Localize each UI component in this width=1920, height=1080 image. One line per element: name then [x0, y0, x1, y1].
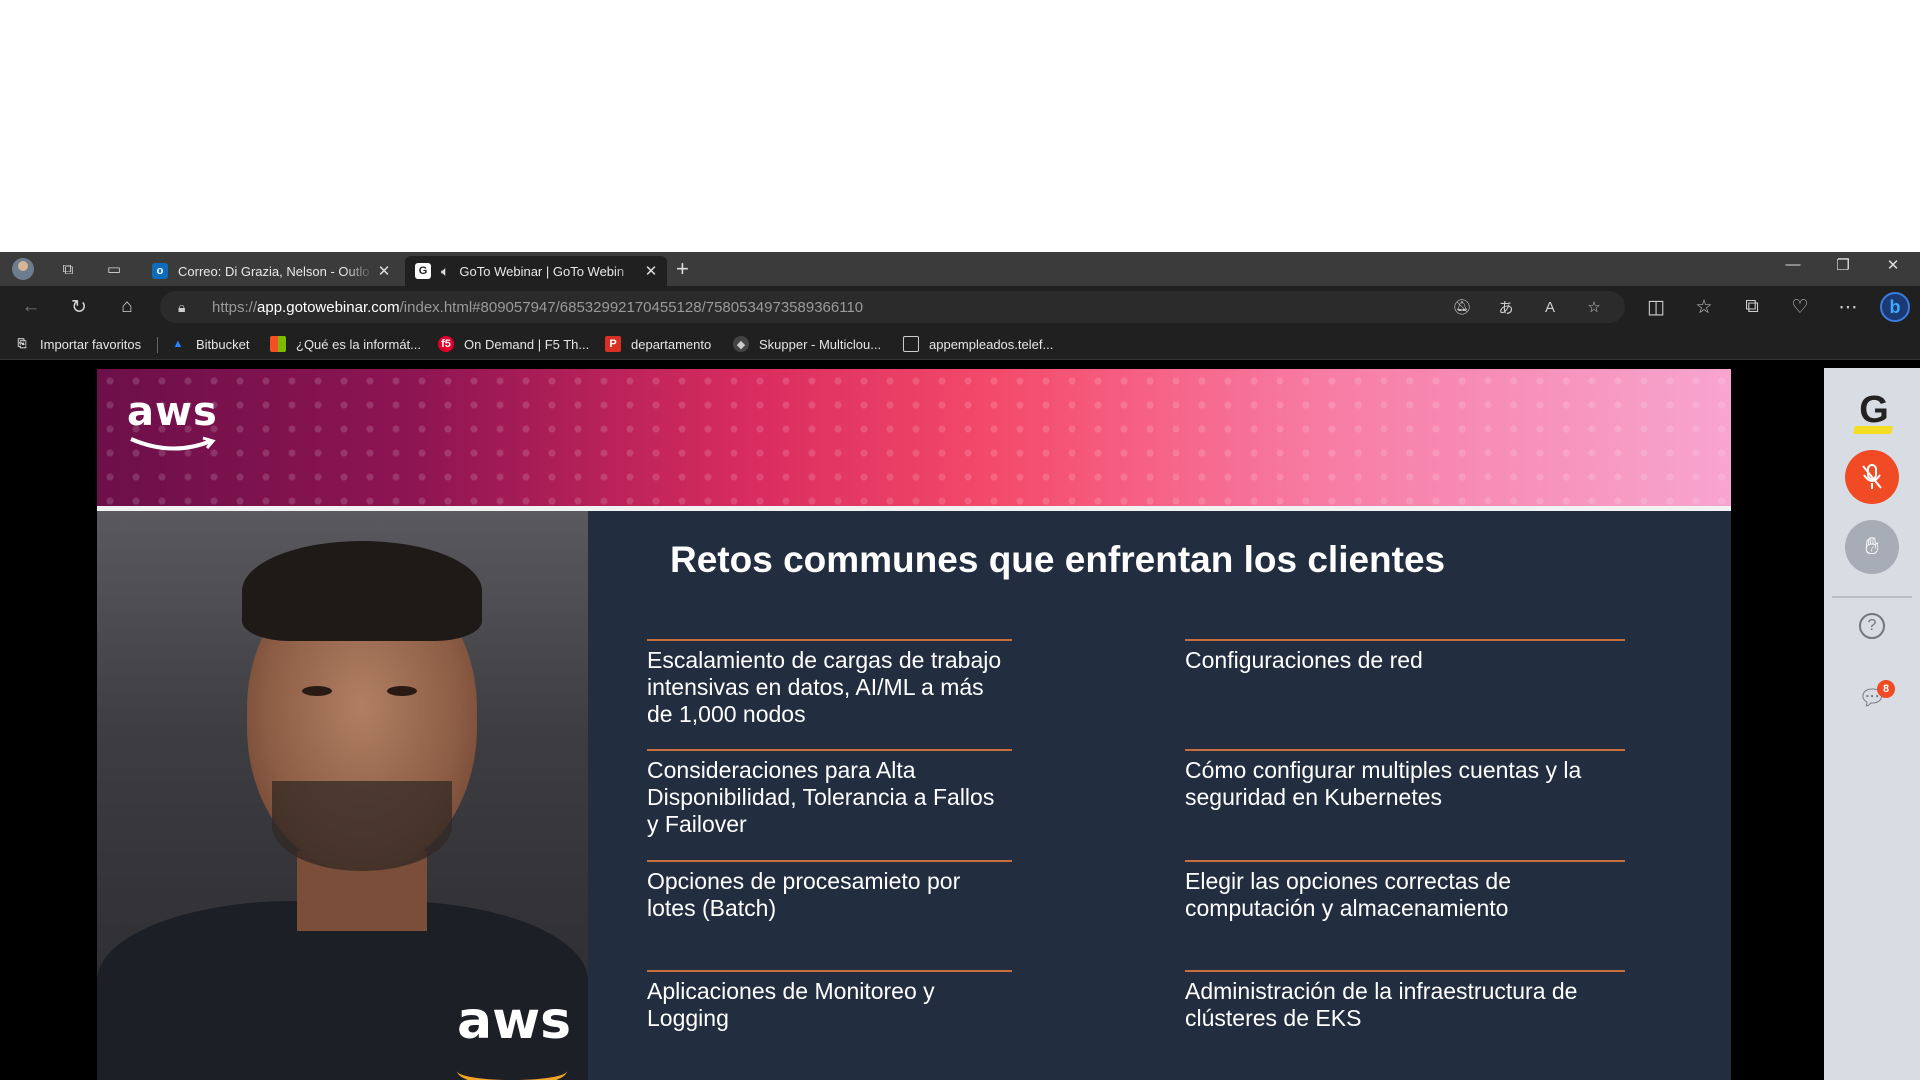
f5-icon: f5	[438, 336, 454, 352]
challenge-item: Consideraciones para Alta Disponibilidad…	[647, 749, 1012, 838]
navigation-toolbar: ← ↻ ⌂ 🔒︎ https://app.gotowebinar.com/ind…	[0, 286, 1920, 328]
shirt-aws-smile	[457, 1056, 567, 1080]
bookmarks-bar: ⎘ Importar favoritos ▲ Bitbucket ¿Qué es…	[0, 328, 1920, 360]
presenter-eye	[387, 686, 417, 696]
bookmark-que-es-la-informatica[interactable]: ¿Qué es la informát...	[270, 334, 421, 354]
bookmarks-divider	[157, 337, 158, 353]
challenge-item: Aplicaciones de Monitoreo y Logging	[647, 970, 1012, 1032]
challenge-item: Escalamiento de cargas de trabajo intens…	[647, 639, 1012, 728]
blank-area	[0, 0, 1920, 252]
import-icon: ⎘	[17, 337, 27, 350]
help-question-icon[interactable]: ?	[1859, 613, 1885, 639]
workspaces-icon[interactable]: ⧉	[57, 258, 79, 280]
slide-title: Retos communes que enfrentan los cliente…	[670, 539, 1446, 580]
favorites-icon[interactable]: ☆	[1691, 294, 1717, 320]
close-icon[interactable]: ✕	[641, 262, 661, 280]
chat-badge: 8	[1877, 680, 1895, 698]
new-tab-icon[interactable]: +	[676, 256, 689, 282]
presenter-beard	[272, 781, 452, 871]
aws-logo: aws	[127, 389, 227, 459]
presentation-slide: aws aws Retos communes que enfrentan los…	[97, 369, 1731, 1080]
vertical-tabs-icon[interactable]: ▭	[103, 258, 125, 280]
bookmark-bitbucket[interactable]: ▲ Bitbucket	[170, 334, 250, 354]
profile-avatar-icon[interactable]	[12, 258, 34, 280]
raise-hand-icon[interactable]: ✋︎	[1845, 520, 1899, 574]
outlook-icon: o	[152, 263, 168, 279]
lock-icon[interactable]: 🔒︎	[178, 299, 198, 316]
tab-bar: ⧉ ▭ o Correo: Di Grazia, Nelson - Outlo …	[0, 252, 1920, 286]
minimize-icon[interactable]: —	[1770, 256, 1816, 273]
shirt-aws-logo: aws	[457, 991, 572, 1051]
microphone-muted-icon[interactable]	[1845, 450, 1899, 504]
panel-divider	[1832, 596, 1912, 598]
bookmark-appempleados[interactable]: appempleados.telef...	[903, 334, 1053, 354]
presenter-video: aws	[97, 511, 588, 1080]
bitbucket-icon: ▲	[172, 338, 184, 350]
url-text[interactable]: https://app.gotowebinar.com/index.html#8…	[212, 299, 863, 316]
pdf-icon: P	[605, 336, 621, 352]
aws-smile-icon	[130, 436, 216, 451]
collections-icon[interactable]: ⧉	[1739, 294, 1765, 320]
close-icon[interactable]: ✕	[374, 262, 394, 280]
slide-banner: aws	[97, 369, 1731, 508]
restore-icon[interactable]: ❐	[1820, 256, 1866, 274]
skupper-icon: ◆	[733, 336, 749, 352]
bookmark-import-favorites[interactable]: ⎘ Importar favoritos	[14, 334, 142, 354]
tab-gotowebinar[interactable]: G 🔈︎ GoTo Webinar | GoTo Webin ✕	[405, 256, 667, 286]
close-window-icon[interactable]: ✕	[1870, 256, 1916, 274]
browser-essentials-icon[interactable]: ♡	[1787, 294, 1813, 320]
home-icon[interactable]: ⌂	[114, 294, 140, 320]
challenge-item: Configuraciones de red	[1185, 639, 1625, 674]
speaker-icon[interactable]: 🔈︎	[441, 263, 449, 280]
presenter-hair	[242, 541, 482, 641]
mic-icon	[1862, 464, 1882, 489]
tab-title: GoTo Webinar | GoTo Webin	[459, 263, 625, 279]
read-aloud-icon[interactable]: A	[1538, 295, 1562, 319]
bing-copilot-icon[interactable]: b	[1880, 292, 1910, 322]
page-icon	[903, 336, 919, 352]
more-menu-icon[interactable]: ⋯	[1835, 294, 1861, 320]
presenter-eye	[302, 686, 332, 696]
banner-pattern	[97, 369, 1731, 508]
challenge-item: Elegir las opciones correctas de computa…	[1185, 860, 1625, 922]
goto-icon: G	[415, 263, 431, 279]
address-bar[interactable]: 🔒︎ https://app.gotowebinar.com/index.htm…	[160, 291, 1625, 323]
challenge-item: Opciones de procesamieto por lotes (Batc…	[647, 860, 1012, 922]
challenge-item: Cómo configurar multiples cuentas y la s…	[1185, 749, 1625, 811]
back-icon[interactable]: ←	[18, 294, 44, 320]
tab-outlook[interactable]: o Correo: Di Grazia, Nelson - Outlo ✕	[142, 256, 400, 286]
split-screen-icon[interactable]: ◫	[1643, 294, 1669, 320]
goto-control-panel: G ✋︎ ? 💬︎ 8	[1824, 368, 1920, 1080]
goto-logo-bar	[1853, 426, 1893, 434]
tab-title: Correo: Di Grazia, Nelson - Outlo	[178, 263, 370, 279]
favorite-star-icon[interactable]: ☆	[1582, 295, 1606, 319]
translate-icon[interactable]: あ	[1494, 295, 1518, 319]
bookmark-departamento[interactable]: P departamento	[605, 334, 711, 354]
notifications-off-icon[interactable]: 🔕︎	[1450, 295, 1474, 319]
refresh-icon[interactable]: ↻	[66, 294, 92, 320]
bookmark-skupper[interactable]: ◆ Skupper - Multiclou...	[733, 334, 881, 354]
challenge-item: Administración de la infraestructura de …	[1185, 970, 1625, 1032]
bookmark-on-demand-f5[interactable]: f5 On Demand | F5 Th...	[438, 334, 589, 354]
microsoft-icon	[270, 336, 286, 352]
